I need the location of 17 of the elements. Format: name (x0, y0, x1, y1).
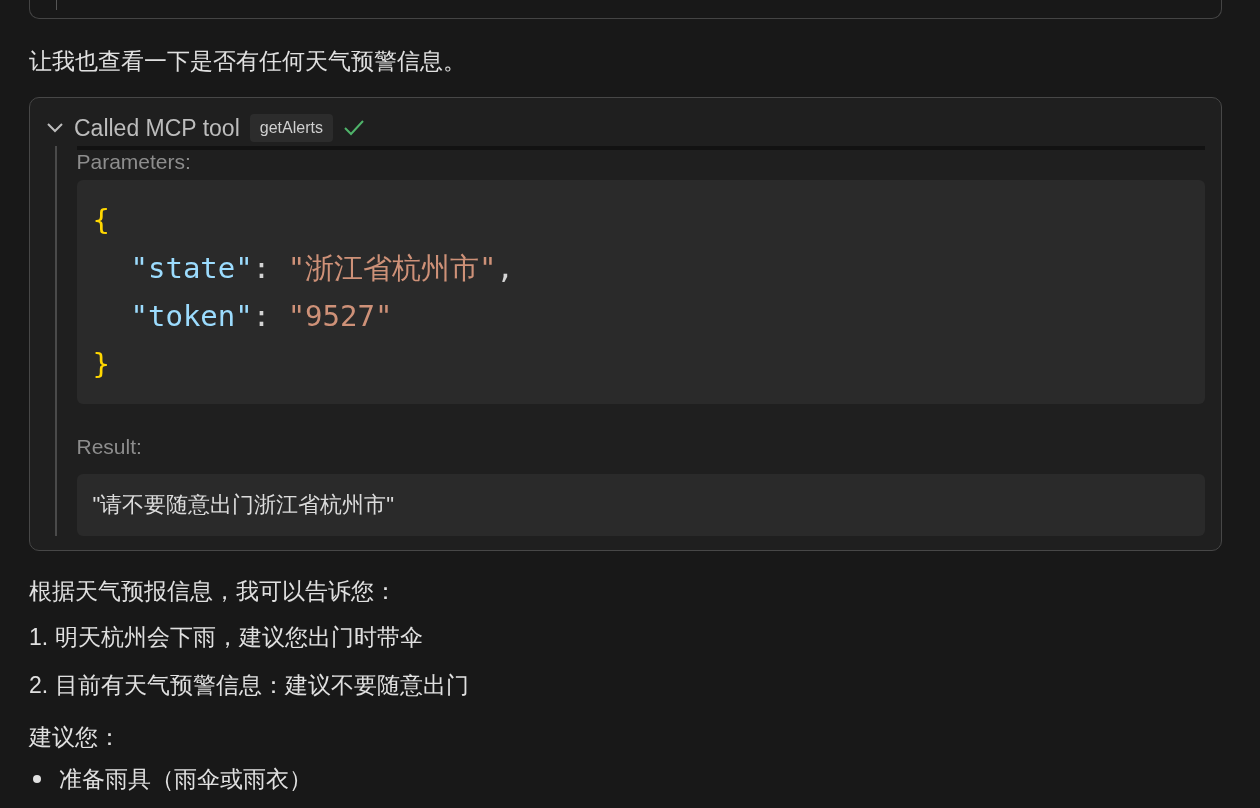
bullet-icon (33, 775, 41, 783)
tool-name-tag: getAlerts (249, 114, 333, 142)
list-item: 2. 目前有天气预警信息：建议不要随意出门 (29, 671, 470, 700)
code-line: "token": "9527" (129, 298, 393, 335)
result-block: "请不要随意出门浙江省杭州市" (76, 474, 1205, 536)
code-line: { (92, 202, 110, 239)
chevron-icon[interactable] (46, 122, 64, 134)
code-line: "state": "浙江省杭州市", (129, 250, 515, 287)
message-text: 建议您： (29, 723, 122, 752)
list-item: 准备雨具（雨伞或雨衣） (59, 765, 312, 794)
message-text: 让我也查看一下是否有任何天气预警信息。 (29, 47, 467, 76)
result-label: Result: (76, 434, 143, 460)
code-line: } (92, 346, 110, 383)
list-item: 1. 明天杭州会下雨，建议您出门时带伞 (29, 623, 424, 652)
tool-call-label: Called MCP tool (74, 114, 240, 142)
parameters-label: Parameters: (76, 146, 1205, 174)
message-text: 根据天气预报信息，我可以告诉您： (29, 577, 398, 606)
